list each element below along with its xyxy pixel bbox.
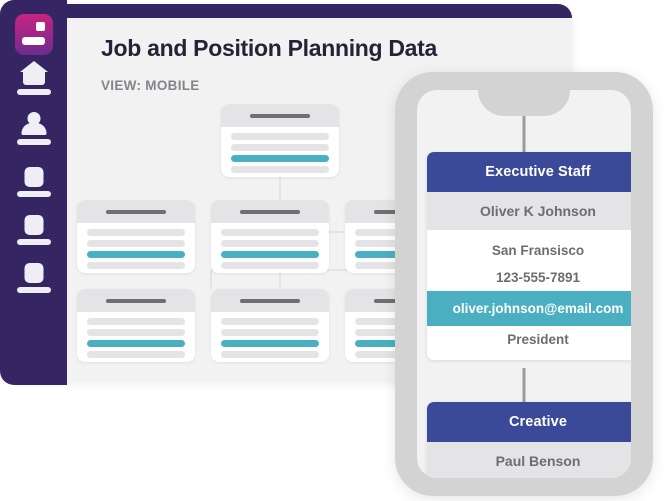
org-card-placeholder[interactable] [77, 200, 195, 273]
dashboard-tile-dot [35, 22, 45, 31]
org-card-body [211, 312, 329, 358]
org-card-row [221, 351, 319, 358]
org-node-phone: 123-555-7891 [427, 264, 631, 291]
sidebar-item-reports[interactable] [0, 164, 67, 197]
org-card-placeholder[interactable] [77, 289, 195, 362]
org-card-row [221, 329, 319, 336]
panel-title-bar [4, 4, 572, 18]
person-body-shape [21, 123, 46, 135]
org-node-email[interactable]: oliver.johnson@email.com [427, 291, 631, 326]
org-node-header: Executive Staff [427, 152, 631, 192]
org-card-row [221, 318, 319, 325]
person-icon [14, 112, 54, 145]
square-document-icon [14, 260, 54, 293]
square-document-shape [24, 263, 43, 283]
view-mode-label: VIEW: MOBILE [101, 78, 200, 93]
upload-home-shape [19, 61, 48, 85]
org-card-body [77, 312, 195, 358]
phone-connector-top [522, 116, 526, 156]
sidebar-item-settings[interactable] [0, 260, 67, 293]
org-node-card[interactable]: Creative Paul Benson [427, 402, 631, 478]
dashboard-tile-icon [14, 14, 53, 55]
org-card-row-accent [87, 340, 185, 347]
org-card-title-placeholder [240, 298, 300, 303]
phone-screen: Executive Staff Oliver K Johnson San Fra… [417, 90, 631, 478]
sidebar-item-dashboard[interactable] [0, 14, 67, 55]
org-node-name: Paul Benson [427, 442, 631, 478]
org-card-row-accent [221, 251, 319, 258]
org-card-title-placeholder [106, 298, 166, 303]
org-card-body [211, 223, 329, 269]
org-card-row [231, 166, 329, 173]
org-card-title-placeholder [240, 209, 300, 214]
square-document-base [16, 287, 51, 293]
square-document-shape [24, 215, 43, 235]
dashboard-tile-bar [21, 37, 45, 45]
upload-home-icon [14, 61, 54, 95]
upload-home-base [16, 89, 51, 95]
org-card-row [87, 351, 185, 358]
org-card-row-accent [87, 251, 185, 258]
org-card-placeholder[interactable] [221, 104, 339, 177]
org-card-header [77, 289, 195, 312]
square-document-icon [14, 212, 54, 245]
org-card-row [231, 144, 329, 151]
org-card-row [87, 262, 185, 269]
org-card-placeholder[interactable] [211, 289, 329, 362]
square-document-base [16, 239, 51, 245]
org-node-role: President [427, 326, 631, 360]
org-card-row-accent [231, 155, 329, 162]
org-node-header: Creative [427, 402, 631, 442]
org-card-row [87, 240, 185, 247]
org-card-body [221, 127, 339, 173]
org-card-placeholder[interactable] [211, 200, 329, 273]
org-card-row [221, 262, 319, 269]
square-document-shape [24, 167, 43, 187]
org-card-row [87, 318, 185, 325]
sidebar-item-people[interactable] [0, 112, 67, 145]
sidebar [0, 0, 67, 385]
org-card-body [77, 223, 195, 269]
org-card-header [211, 289, 329, 312]
org-connector-drop-left [210, 269, 212, 289]
org-card-row [87, 229, 185, 236]
sidebar-item-records[interactable] [0, 212, 67, 245]
org-node-name: Oliver K Johnson [427, 192, 631, 230]
org-card-header [211, 200, 329, 223]
org-card-row [221, 229, 319, 236]
person-base [16, 139, 51, 145]
phone-connector-bottom [522, 368, 526, 404]
org-card-title-placeholder [250, 113, 310, 118]
sidebar-item-upload[interactable] [0, 61, 67, 95]
org-card-row [221, 240, 319, 247]
org-card-header [221, 104, 339, 127]
org-card-title-placeholder [106, 209, 166, 214]
square-document-icon [14, 164, 54, 197]
page-title: Job and Position Planning Data [101, 35, 438, 61]
phone-notch-speaker [478, 90, 570, 116]
org-card-row [231, 133, 329, 140]
org-node-card[interactable]: Executive Staff Oliver K Johnson San Fra… [427, 152, 631, 360]
org-node-location: San Fransisco [427, 230, 631, 264]
org-card-row [87, 329, 185, 336]
phone-mockup: Executive Staff Oliver K Johnson San Fra… [395, 72, 653, 496]
square-document-base [16, 191, 51, 197]
org-card-header [77, 200, 195, 223]
org-card-row-accent [221, 340, 319, 347]
